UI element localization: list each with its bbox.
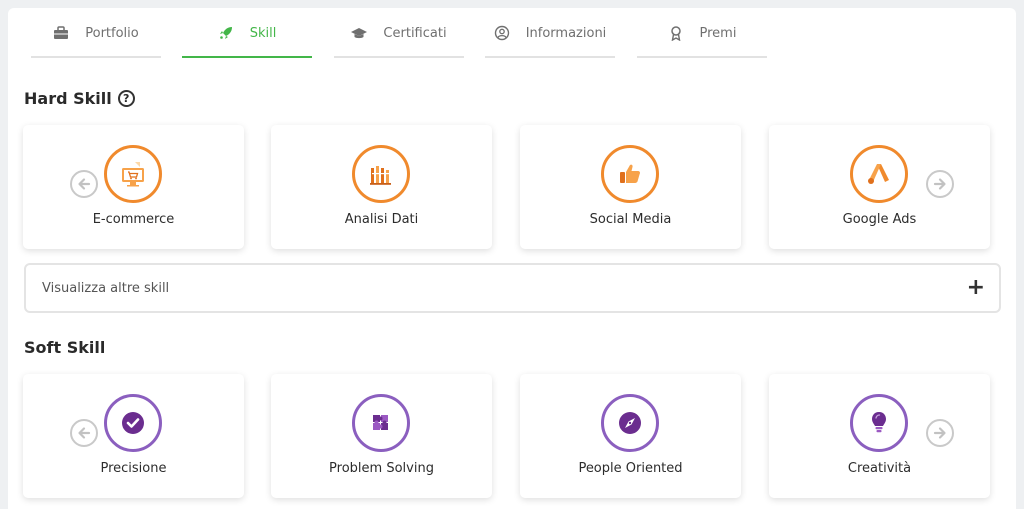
award-icon [670,26,681,41]
skill-card-precisione[interactable]: Precisione [23,374,244,498]
soft-skill-next-arrow-button[interactable] [926,419,954,447]
skill-card-social-media[interactable]: Social Media [520,125,741,249]
arrow-right-icon [933,427,946,439]
skill-label: Problem Solving [329,461,434,476]
soft-skill-prev-arrow-button[interactable] [70,419,98,447]
tab-label: Skill [249,25,277,41]
tab-label: Premi [699,25,737,41]
tab-portfolio[interactable]: Portfolio [31,10,161,58]
skill-label: Google Ads [842,212,917,227]
arrow-left-icon [78,178,91,190]
compass-icon [619,412,641,434]
tab-label: Informazioni [525,25,607,41]
arrow-left-icon [78,427,91,439]
user-circle-icon [494,25,509,41]
skill-icon-ring [104,394,162,452]
skill-card-people-oriented[interactable]: People Oriented [520,374,741,498]
skill-label: Precisione [100,461,167,476]
tab-skill[interactable]: Skill [182,10,312,58]
plus-icon[interactable]: + [967,277,985,299]
soft-skill-heading: Soft Skill [24,338,105,357]
tab-label: Certificati [383,25,447,41]
skill-label: Social Media [589,212,672,227]
skill-icon-ring [850,145,908,203]
show-more-skills-label: Visualizza altre skill [42,280,170,296]
help-icon[interactable]: ? [117,90,135,107]
skill-card-analisi-dati[interactable]: Analisi Dati [271,125,492,249]
tab-label: Portfolio [85,25,139,41]
skill-card-creativita[interactable]: Creatività [769,374,990,498]
skill-label: Creatività [847,461,912,476]
rocket-icon [219,27,232,39]
show-more-skills-bar[interactable]: Visualizza altre skill + [24,263,1001,313]
skill-icon-ring [104,145,162,203]
check-circle-icon [122,412,144,434]
bar-chart-icon [370,166,391,185]
hard-skill-heading: Hard Skill ? [24,89,135,108]
ecommerce-icon [122,162,144,187]
hard-skill-title: Hard Skill [24,89,112,108]
briefcase-icon [54,26,69,39]
graduation-cap-icon [351,28,368,39]
tab-informazioni[interactable]: Informazioni [485,10,615,58]
skill-label: E-commerce [92,212,175,227]
skill-card-ecommerce[interactable]: E-commerce [23,125,244,249]
hard-skill-prev-arrow-button[interactable] [70,170,98,198]
hard-skill-next-arrow-button[interactable] [926,170,954,198]
skill-icon-ring [352,145,410,203]
skill-label: People Oriented [578,461,683,476]
tab-certificati[interactable]: Certificati [334,10,464,58]
skill-icon-ring [601,394,659,452]
google-ads-icon [868,164,889,184]
thumbs-up-icon [620,164,640,183]
arrow-right-icon [933,178,946,190]
soft-skill-title: Soft Skill [24,338,106,357]
skill-label: Analisi Dati [344,212,419,227]
skill-icon-ring [850,394,908,452]
tab-premi[interactable]: Premi [637,10,767,58]
lightbulb-icon [872,412,886,433]
skill-icon-ring [601,145,659,203]
skill-card-problem-solving[interactable]: Problem Solving [271,374,492,498]
skill-card-google-ads[interactable]: Google Ads [769,125,990,249]
puzzle-icon [373,415,388,430]
skill-icon-ring [352,394,410,452]
